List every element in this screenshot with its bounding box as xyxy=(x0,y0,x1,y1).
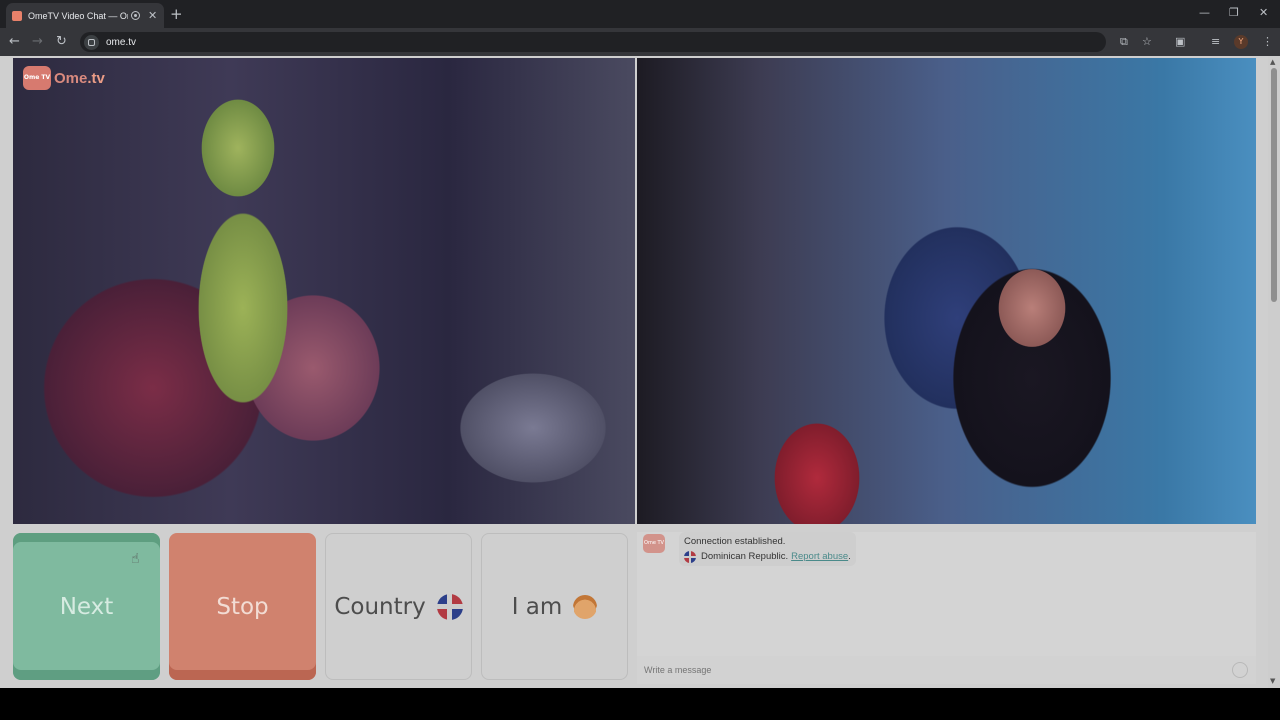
boy-emoji-icon xyxy=(573,594,598,619)
page-scrollbar[interactable]: ▲ ▼ xyxy=(1268,56,1280,688)
partner-country-line: Dominican Republic. Report abuse. xyxy=(684,549,851,564)
gender-button[interactable]: I am xyxy=(481,533,628,680)
forward-icon[interactable]: → xyxy=(32,34,43,49)
media-control-icon[interactable]: ≡ xyxy=(1211,35,1220,48)
country-label: Country xyxy=(334,593,426,620)
dominican-flag-small-icon xyxy=(684,550,696,563)
system-message: Connection established. Dominican Republ… xyxy=(679,532,856,566)
remote-video xyxy=(637,58,1256,524)
tab-title: OmeTV Video Chat — Ome xyxy=(28,10,128,21)
logo-text: Ome.tv xyxy=(54,70,105,87)
partner-country: Dominican Republic. xyxy=(701,551,789,562)
site-info-icon[interactable] xyxy=(84,34,99,50)
country-button[interactable]: Country xyxy=(325,533,472,680)
menu-kebab-icon[interactable]: ⋮ xyxy=(1262,35,1273,48)
logo-text-tv: .tv xyxy=(87,69,105,87)
report-abuse-link[interactable]: Report abuse xyxy=(791,549,848,564)
ometv-chat-logo-icon: Ome TV xyxy=(643,534,665,553)
report-suffix: . xyxy=(848,551,851,562)
new-tab-icon[interactable]: + xyxy=(170,5,183,23)
install-app-icon[interactable]: ⧉ xyxy=(1120,35,1128,49)
ometv-logo[interactable]: Ome TV Ome.tv xyxy=(23,66,105,90)
minimize-icon[interactable]: — xyxy=(1199,6,1210,19)
url-text: ome.tv xyxy=(106,36,137,48)
ometv-logo-icon: Ome TV xyxy=(23,66,51,90)
back-icon[interactable]: ← xyxy=(9,34,20,49)
recording-icon xyxy=(131,11,140,20)
dominican-flag-icon xyxy=(436,593,463,620)
reload-icon[interactable]: ↻ xyxy=(56,34,67,49)
close-tab-icon[interactable]: ✕ xyxy=(148,9,157,22)
restore-icon[interactable]: ❐ xyxy=(1229,6,1239,19)
next-label: Next xyxy=(59,593,114,620)
close-window-icon[interactable]: ✕ xyxy=(1259,6,1268,19)
scroll-thumb[interactable] xyxy=(1271,68,1277,302)
scroll-down-icon[interactable]: ▼ xyxy=(1270,677,1275,685)
message-input[interactable] xyxy=(637,656,1256,684)
connection-status: Connection established. xyxy=(684,536,786,547)
stop-label: Stop xyxy=(216,593,269,620)
hand-cursor-icon: ☝ xyxy=(131,551,140,567)
local-video: Ome TV Ome.tv xyxy=(13,58,635,524)
bookmark-star-icon[interactable]: ☆ xyxy=(1142,35,1152,48)
logo-text-ome: Ome xyxy=(54,69,88,87)
profile-avatar[interactable]: Y xyxy=(1234,35,1248,49)
extensions-icon[interactable]: ▣ xyxy=(1175,35,1185,48)
emoji-icon[interactable] xyxy=(1232,662,1248,678)
iam-label: I am xyxy=(511,593,563,620)
chat-panel: Ome TV Connection established. Dominican… xyxy=(637,532,1256,684)
address-bar[interactable]: ome.tv xyxy=(80,32,1106,52)
browser-window: OmeTV Video Chat — Ome ✕ + — ❐ ✕ ← → ↻ o… xyxy=(0,0,1280,688)
tab-ometv[interactable]: OmeTV Video Chat — Ome ✕ xyxy=(6,3,164,28)
ometv-favicon-icon xyxy=(12,10,22,21)
ometv-page: Ome TV Ome.tv Next Stop Country I am ☝ O… xyxy=(0,56,1280,688)
scroll-up-icon[interactable]: ▲ xyxy=(1270,58,1275,66)
browser-toolbar: ← → ↻ ome.tv ⧉ ☆ ▣ ≡ ⋮ xyxy=(0,28,1280,56)
stop-button[interactable]: Stop xyxy=(169,533,316,680)
tab-strip: OmeTV Video Chat — Ome ✕ + — ❐ ✕ xyxy=(0,0,1280,28)
